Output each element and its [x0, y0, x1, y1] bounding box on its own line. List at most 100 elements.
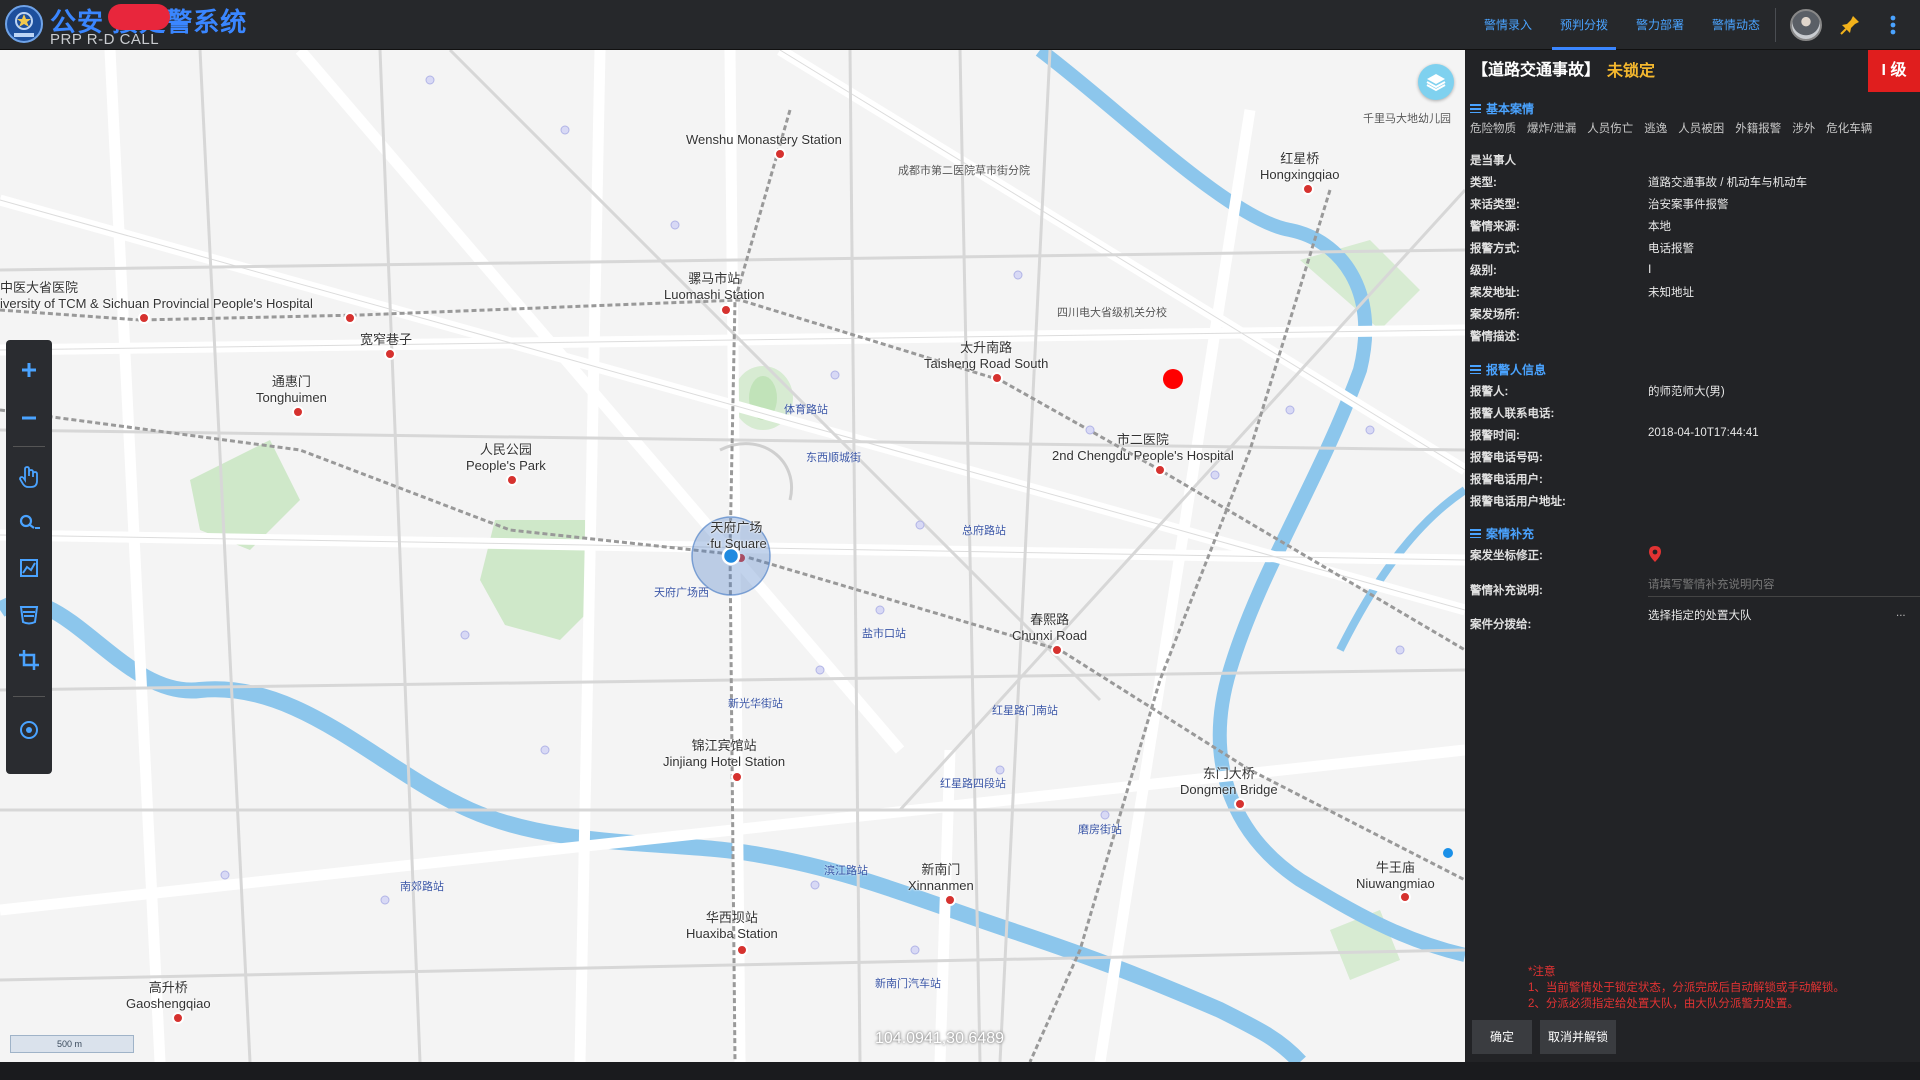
- field-label: 案发地址:: [1470, 287, 1520, 299]
- cancel-unlock-button[interactable]: 取消并解锁: [1540, 1020, 1616, 1054]
- coord-fix-label: 案发坐标修正:: [1470, 550, 1543, 562]
- station-label: 通惠门 Tonghuimen: [256, 374, 327, 405]
- layers-icon: [1426, 74, 1446, 92]
- supplement-label: 警情补充说明:: [1470, 585, 1543, 597]
- nav-case-entry[interactable]: 警情录入: [1476, 0, 1540, 50]
- bus-stop-label: 磨房街站: [1078, 824, 1122, 836]
- nav-force-deploy[interactable]: 警力部署: [1628, 0, 1692, 50]
- station-label: 东门大桥 Dongmen Bridge: [1180, 766, 1278, 797]
- case-detail-panel: 【道路交通事故】 未锁定 I 级 基本案情 危险物质 爆炸/泄漏 人员伤亡 逃逸 人员被…: [1466, 50, 1920, 1062]
- section-reporter-label: 报警人信息: [1486, 363, 1547, 377]
- toolbar-divider: [13, 696, 45, 697]
- section-supplement-title: 案情补充: [1470, 525, 1534, 542]
- dispatch-more-button[interactable]: ...: [1896, 607, 1906, 619]
- station-label: 华西坝站 Huaxiba Station: [686, 910, 778, 941]
- dispatch-team-select[interactable]: 选择指定的处置大队: [1648, 607, 1880, 623]
- field-label: 报警方式:: [1470, 243, 1520, 255]
- case-tag[interactable]: 涉外: [1792, 120, 1815, 136]
- case-tag[interactable]: 人员被困: [1678, 120, 1724, 136]
- field-label: 案发场所:: [1470, 309, 1520, 321]
- field-label: 警情来源:: [1470, 221, 1520, 233]
- locate-icon[interactable]: [13, 714, 45, 746]
- confirm-button[interactable]: 确定: [1472, 1020, 1532, 1054]
- pan-hand-icon[interactable]: [13, 460, 45, 492]
- notice-line-1: 1、当前警情处于锁定状态，分派完成后自动解锁或手动解锁。: [1528, 982, 1845, 994]
- field-label: 报警电话号码:: [1470, 452, 1543, 464]
- case-tag[interactable]: 外籍报警: [1735, 120, 1781, 136]
- status-strip: [0, 1062, 1920, 1080]
- place-label: 千里马大地幼儿园: [1363, 113, 1451, 125]
- police-shield-icon[interactable]: [13, 598, 45, 630]
- station-label: 牛王庙 Niuwangmiao: [1356, 860, 1435, 891]
- notice-text: *注意 1、当前警情处于锁定状态，分派完成后自动解锁或手动解锁。 2、分派必须指…: [1528, 964, 1845, 1012]
- dispatch-label: 案件分拨给:: [1470, 619, 1532, 631]
- statistics-icon[interactable]: [13, 552, 45, 584]
- field-value: 的师范师大(男): [1648, 386, 1725, 398]
- field-value: Ⅰ: [1648, 264, 1652, 276]
- bus-stop-label: 南郊路站: [400, 881, 444, 893]
- search-area-icon[interactable]: [13, 506, 45, 538]
- party-label[interactable]: 是当事人: [1470, 152, 1516, 168]
- case-tags: 危险物质 爆炸/泄漏 人员伤亡 逃逸 人员被困 外籍报警 涉外 危化车辆: [1470, 120, 1883, 136]
- field-value: 本地: [1648, 221, 1671, 233]
- field-label: 报警时间:: [1470, 430, 1520, 442]
- crop-icon[interactable]: [13, 644, 45, 676]
- bus-stop-label: 体育路站: [784, 404, 828, 416]
- field-label: 报警电话用户:: [1470, 474, 1543, 486]
- case-tag[interactable]: 逃逸: [1644, 120, 1667, 136]
- section-basic-title: 基本案情: [1470, 100, 1534, 117]
- list-icon: [1470, 365, 1481, 374]
- station-label: 太升南路 Taisheng Road South: [924, 340, 1049, 371]
- nav-divider: [1775, 8, 1776, 42]
- nav-case-dynamics[interactable]: 警情动态: [1704, 0, 1768, 50]
- user-avatar[interactable]: [1790, 9, 1822, 41]
- notice-title: *注意: [1528, 966, 1556, 978]
- case-tag[interactable]: 危化车辆: [1826, 120, 1872, 136]
- station-label: 宽窄巷子: [360, 332, 413, 347]
- supplement-input[interactable]: [1648, 573, 1920, 597]
- case-tag[interactable]: 危险物质: [1470, 120, 1516, 136]
- field-label: 级别:: [1470, 265, 1497, 277]
- field-label: 警情描述:: [1470, 331, 1520, 343]
- police-badge-icon: [5, 5, 43, 43]
- station-label: 锦江宾馆站 Jinjiang Hotel Station: [663, 738, 786, 769]
- list-icon: [1470, 104, 1481, 113]
- case-tag[interactable]: 人员伤亡: [1587, 120, 1633, 136]
- field-label: 类型:: [1470, 177, 1497, 189]
- station-label: 高升桥 Gaoshengqiao: [126, 980, 211, 1011]
- case-tag[interactable]: 爆炸/泄漏: [1527, 120, 1576, 136]
- field-value: 道路交通事故 / 机动车与机动车: [1648, 177, 1808, 189]
- zoom-in-icon[interactable]: [13, 354, 45, 386]
- bus-stop-label: 红星路门南站: [992, 705, 1058, 717]
- top-bar: 公安 接处警系统 PRP R-D CALL 警情录入 预判分拨 警力部署 警情动…: [0, 0, 1920, 50]
- nav-pre-dispatch[interactable]: 预判分拨: [1552, 0, 1617, 50]
- location-pin-icon[interactable]: [1648, 545, 1662, 563]
- pin-icon[interactable]: [1838, 13, 1862, 37]
- map-scale-bar: 500 m: [10, 1035, 134, 1053]
- map-view[interactable]: Wenshu Monastery Station 骡马市站 Luomashi S…: [0, 50, 1465, 1062]
- place-label: 四川电大省级机关分校: [1057, 307, 1167, 319]
- field-label: 报警人联系电话:: [1470, 408, 1555, 420]
- zoom-out-icon[interactable]: [13, 402, 45, 434]
- bus-stop-label: 滨江路站: [824, 865, 868, 877]
- field-value: 2018-04-10T17:44:41: [1648, 427, 1759, 439]
- lock-status-badge: 未锁定: [1607, 63, 1656, 80]
- map-toolbar: [6, 340, 52, 774]
- bus-stop-label: 天府广场西: [654, 587, 709, 599]
- case-type-title: 【道路交通事故】: [1472, 62, 1601, 79]
- list-icon: [1470, 529, 1481, 538]
- station-label: Wenshu Monastery Station: [686, 132, 842, 147]
- notice-line-2: 2、分派必须指定给处置大队，由大队分派警力处置。: [1528, 998, 1799, 1010]
- place-label: 成都市第二医院草市街分院: [898, 165, 1030, 177]
- layers-button[interactable]: [1418, 64, 1454, 100]
- app-root: 公安 接处警系统 PRP R-D CALL 警情录入 预判分拨 警力部署 警情动…: [0, 0, 1920, 1080]
- field-value: 未知地址: [1648, 287, 1694, 299]
- more-vertical-icon[interactable]: [1886, 13, 1900, 37]
- station-label: 红星桥 Hongxingqiao: [1260, 151, 1340, 182]
- bus-stop-label: 盐市口站: [862, 628, 906, 640]
- field-label: 报警人:: [1470, 386, 1509, 398]
- station-label: 新南门 Xinnanmen: [908, 862, 974, 893]
- station-label: 中医大省医院 iversity of TCM & Sichuan Provinc…: [0, 280, 313, 311]
- toolbar-divider: [13, 446, 45, 447]
- map-coordinates: 104.0941,30.6489: [875, 1030, 1005, 1047]
